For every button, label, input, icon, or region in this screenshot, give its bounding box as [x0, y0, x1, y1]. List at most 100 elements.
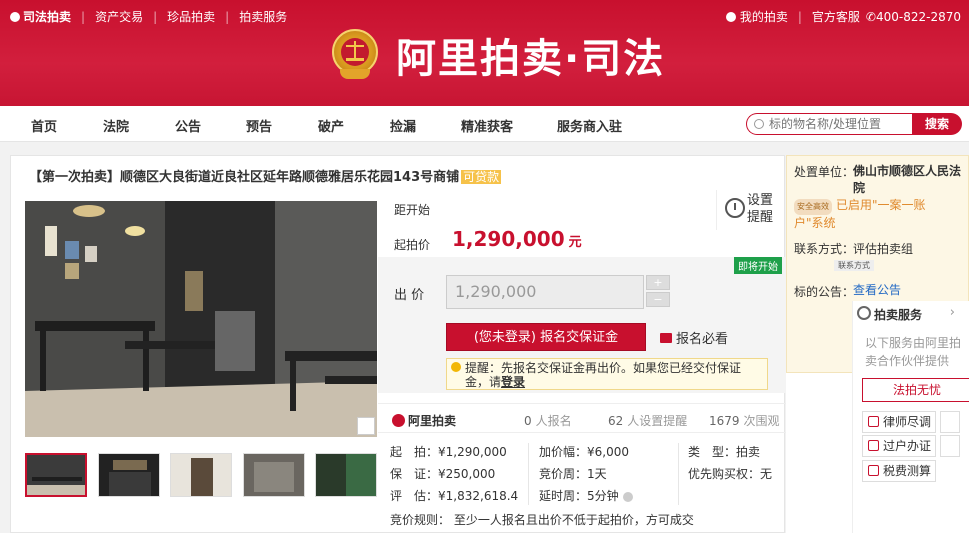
- nav-courts[interactable]: 法院: [103, 116, 129, 135]
- site-logo[interactable]: 阿里拍卖·司法: [332, 26, 665, 84]
- decrease-bid-button[interactable]: −: [646, 292, 670, 307]
- bid-box: 即将开始 出 价 1,290,000 + − (您未登录) 报名交保证金 报名必…: [378, 257, 786, 393]
- currency-label: 元: [568, 235, 582, 250]
- right-sidebar: 处置单位： 佛山市顺德区人民法院 安全高效 已启用"一案一账户"系统 联系方式： …: [786, 155, 969, 533]
- delay-detail: 延时周：5分钟: [539, 485, 633, 507]
- thumbnail[interactable]: [315, 453, 377, 497]
- reminder-count: 62 人设置提醒: [608, 414, 688, 428]
- must-read-link[interactable]: 报名必看: [660, 328, 728, 347]
- shield-icon: 安全高效: [794, 199, 832, 215]
- chevron-right-icon[interactable]: ›: [950, 305, 955, 320]
- zoom-icon[interactable]: [357, 417, 375, 435]
- customer-service-link[interactable]: 官方客服: [812, 8, 860, 25]
- priority-detail: 优先购买权：无: [688, 467, 773, 481]
- thumbnail[interactable]: [97, 453, 160, 497]
- phone-icon: ✆: [865, 9, 876, 24]
- lawyer-icon: [868, 416, 879, 427]
- brand-link[interactable]: 司法拍卖: [10, 8, 71, 25]
- services-desc: 以下服务由阿里拍卖合作伙伴提供: [865, 336, 962, 368]
- search-icon: [754, 119, 764, 129]
- main-photo[interactable]: [25, 201, 377, 437]
- item-title: 【第一次拍卖】顺德区大良街道近良社区延年路顺德雅居乐花园143号商铺: [29, 170, 460, 185]
- nav-treasure-auction[interactable]: 珍品拍卖: [167, 8, 215, 25]
- thumbnail[interactable]: [25, 453, 87, 497]
- search-box: [746, 113, 914, 135]
- divider: |: [225, 9, 230, 24]
- phone-number: 400-822-2870: [875, 9, 961, 24]
- nav-auction-service[interactable]: 拍卖服务: [239, 8, 287, 25]
- countdown-label: 距开始: [394, 203, 431, 217]
- safe-account-notice: 安全高效 已启用"一案一账户"系统: [794, 198, 926, 230]
- increment-detail: 加价幅：¥6,000: [539, 445, 630, 459]
- tax-calc-button[interactable]: 税费测算: [862, 460, 936, 482]
- thumbnail[interactable]: [242, 453, 305, 497]
- search-input[interactable]: [769, 117, 909, 131]
- transfer-button[interactable]: 过户办证: [862, 435, 936, 457]
- nav-provider-join[interactable]: 服务商入驻: [557, 116, 622, 135]
- shop-interior-image: [25, 201, 377, 437]
- view-count: 1679 次围观: [709, 414, 780, 428]
- divider: |: [81, 9, 86, 24]
- worry-free-button[interactable]: 法拍无忧: [862, 378, 969, 402]
- house-icon: [868, 440, 879, 451]
- contact-value: 评估拍卖组: [853, 242, 914, 256]
- start-price-label: 起拍价: [394, 238, 431, 252]
- calculator-icon: [868, 465, 879, 476]
- remind-label: 设置提醒: [747, 193, 774, 225]
- more-service-button[interactable]: [940, 411, 960, 433]
- must-read-label: 报名必看: [676, 332, 729, 347]
- start-detail: 起 拍：¥1,290,000: [390, 445, 507, 459]
- my-auction-link[interactable]: 我的拍卖: [740, 8, 788, 25]
- lawyer-check-button[interactable]: 律师尽调: [862, 411, 936, 433]
- search-button[interactable]: 搜索: [912, 113, 962, 135]
- contact-label: 联系方式：: [794, 242, 855, 256]
- start-price-value: 1,290,000: [452, 227, 565, 251]
- top-nav: 司法拍卖 | 资产交易 | 珍品拍卖 | 拍卖服务: [10, 8, 287, 25]
- cycle-detail: 竞价周：1天: [539, 467, 607, 481]
- nav-previews[interactable]: 预告: [246, 116, 272, 135]
- start-price: 1,290,000 元: [452, 227, 582, 251]
- login-tip: 提醒：先报名交保证金再出价。如果您已经交付保证金，请登录: [446, 358, 768, 390]
- top-right-links: 我的拍卖 | 官方客服 ✆ 400-822-2870: [725, 8, 961, 25]
- register-deposit-button[interactable]: (您未登录) 报名交保证金: [446, 323, 646, 351]
- more-service-button[interactable]: [940, 435, 960, 457]
- price-panel: 距开始 设置提醒 起拍价 1,290,000 元 即将开始 出 价 1,290,0…: [378, 184, 786, 394]
- contact-chip[interactable]: 联系方式: [834, 260, 874, 271]
- lightbulb-icon: [451, 362, 461, 372]
- nav-asset-trading[interactable]: 资产交易: [95, 8, 143, 25]
- stats-bar: 阿里拍卖 0 人报名 62 人设置提醒 1679 次围观: [378, 403, 786, 433]
- ali-auction-icon: [392, 414, 405, 427]
- thumbnail-strip: [25, 453, 377, 499]
- thumbnail[interactable]: [170, 453, 232, 497]
- user-icon: [725, 11, 736, 22]
- remind-button[interactable]: 设置提醒: [716, 190, 786, 230]
- search-bar: 搜索: [746, 113, 962, 135]
- login-link[interactable]: 登录: [501, 375, 525, 389]
- divider: |: [153, 9, 158, 24]
- nav-home[interactable]: 首页: [31, 116, 57, 135]
- top-banner: 司法拍卖 | 资产交易 | 珍品拍卖 | 拍卖服务 我的拍卖 | 官方客服 ✆ …: [0, 0, 969, 106]
- clock-icon: [725, 198, 745, 218]
- nav-announcements[interactable]: 公告: [175, 116, 201, 135]
- bidding-rule: 竞价规则： 至少一人报名且出价不低于起拍价，方可成交: [390, 513, 694, 527]
- help-icon[interactable]: [622, 491, 633, 502]
- ali-auction-brand: 阿里拍卖: [392, 412, 456, 429]
- nav-bankruptcy[interactable]: 破产: [318, 116, 344, 135]
- nav-bargains[interactable]: 捡漏: [390, 116, 416, 135]
- org-value: 佛山市顺德区人民法院: [853, 164, 962, 195]
- auction-services: 拍卖服务 › 以下服务由阿里拍卖合作伙伴提供 法拍无忧 律师尽调 过户办证 税费…: [852, 301, 969, 533]
- view-notice-link[interactable]: 查看公告: [853, 281, 901, 298]
- signup-count: 0 人报名: [524, 414, 572, 428]
- auction-card: 【第一次拍卖】顺德区大良街道近良社区延年路顺德雅居乐花园143号商铺 可贷款 距…: [10, 155, 786, 533]
- increase-bid-button[interactable]: +: [646, 275, 670, 290]
- auction-details: 起 拍：¥1,290,000 保 证：¥250,000 评 估：¥1,832,6…: [378, 441, 786, 505]
- type-detail: 类 型：拍卖: [688, 445, 761, 459]
- divider: |: [797, 9, 802, 24]
- bid-input[interactable]: 1,290,000: [446, 275, 644, 309]
- org-label: 处置单位：: [794, 165, 855, 179]
- nav-precise-leads[interactable]: 精准获客: [461, 116, 513, 135]
- brand-icon: [10, 11, 20, 22]
- book-icon: [660, 333, 672, 343]
- assess-detail: 评 估：¥1,832,618.4: [390, 489, 519, 503]
- logo-text: 阿里拍卖·司法: [396, 36, 666, 82]
